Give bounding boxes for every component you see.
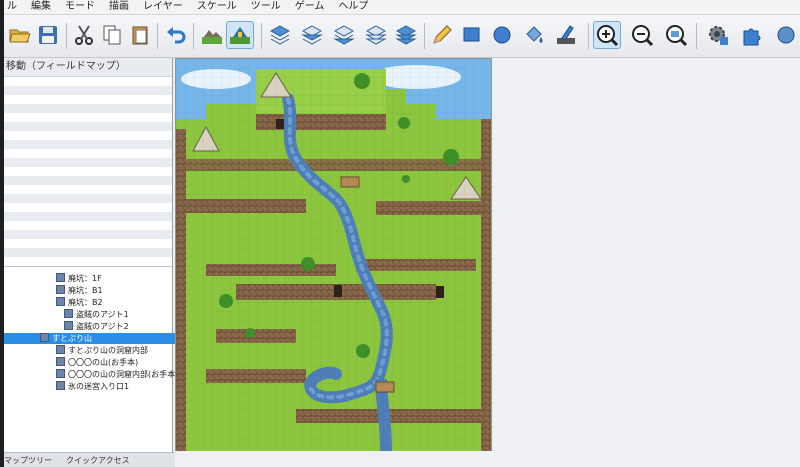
tree-item[interactable]: 廃坑：B1: [0, 285, 103, 296]
tree-item[interactable]: 〇〇〇の山の洞窟内部(お手本: [0, 369, 175, 380]
copy-icon[interactable]: [98, 21, 126, 49]
tree-item-label: 廃坑：B1: [68, 286, 103, 295]
zoom-100-icon[interactable]: [662, 21, 690, 49]
zoom-out-icon[interactable]: [628, 21, 656, 49]
tree-item-label: 〇〇〇の山の洞窟内部(お手本: [68, 370, 176, 379]
undo-icon[interactable]: [162, 21, 190, 49]
menu-item[interactable]: モード: [58, 0, 102, 14]
tab-map-tree[interactable]: マップツリー: [4, 455, 52, 466]
shadow-pen-icon[interactable]: [552, 21, 580, 49]
layer3-icon[interactable]: [330, 21, 358, 49]
map-icon: [56, 357, 65, 366]
menu-bar: ル編集 モード 描画 レイヤー スケール ツール ゲーム ヘルプ: [0, 0, 800, 15]
database-icon[interactable]: [704, 21, 732, 49]
ellipse-icon[interactable]: [488, 21, 516, 49]
save-icon[interactable]: [34, 21, 62, 49]
tree-item[interactable]: 盗賊のアジト2: [0, 321, 129, 332]
editor-window: ル編集 モード 描画 レイヤー スケール ツール ゲーム ヘルプ 移動（フィール…: [0, 0, 800, 467]
layer2-icon[interactable]: [298, 21, 326, 49]
tree-item-label: 廃坑：B2: [68, 298, 103, 307]
menu-item[interactable]: ヘルプ: [331, 0, 375, 14]
map-icon: [56, 345, 65, 354]
rectangle-icon[interactable]: [458, 21, 486, 49]
layer4-icon[interactable]: [362, 21, 390, 49]
map-canvas[interactable]: [175, 58, 492, 452]
map-view[interactable]: [176, 59, 491, 451]
tree-item[interactable]: 廃坑：B2: [0, 297, 103, 308]
map-icon: [40, 333, 49, 342]
map-icon: [64, 321, 73, 330]
tree-item-label: 盗賊のアジト2: [76, 322, 129, 331]
toolbar: [0, 15, 800, 58]
tab-quick-access[interactable]: クイックアクセス: [66, 455, 130, 466]
pencil-icon[interactable]: [428, 21, 456, 49]
layer-all-icon[interactable]: [392, 21, 420, 49]
menu-item[interactable]: 描画: [102, 0, 136, 14]
map-icon: [56, 285, 65, 294]
tree-item[interactable]: 氷の迷宮入り口1: [0, 381, 129, 392]
menu-item[interactable]: 編集: [24, 0, 58, 14]
tree-item[interactable]: 盗賊のアジト1: [0, 309, 129, 320]
tree-item[interactable]: 〇〇〇の山(お手本): [0, 357, 138, 368]
settings-icon[interactable]: [772, 21, 800, 49]
menu-item[interactable]: ゲーム: [288, 0, 332, 14]
map-icon: [64, 309, 73, 318]
menu-item[interactable]: スケール: [190, 0, 244, 14]
tree-item-label: 氷の迷宮入り口1: [68, 382, 130, 391]
map-icon: [56, 273, 65, 282]
monitor-bezel: [0, 0, 4, 467]
map-tree: 廃坑：1F 廃坑：B1 廃坑：B2 盗賊のアジト1 盗賊のアジト2 すとぷり山すとぷり山の…: [0, 266, 240, 453]
map-icon: [56, 381, 65, 390]
tree-item-label: 盗賊のアジト1: [76, 310, 129, 319]
menu-item[interactable]: ツール: [244, 0, 288, 14]
tree-item-label: 〇〇〇の山(お手本): [68, 358, 139, 367]
cut-icon[interactable]: [70, 21, 98, 49]
map-icon: [56, 297, 65, 306]
map-icon: [56, 369, 65, 378]
tree-item-label: すとぷり山の洞窟内部: [68, 346, 148, 355]
fill-icon[interactable]: [520, 21, 548, 49]
zoom-in-icon[interactable]: [593, 21, 621, 49]
map-header-label: 移動（フィールドマップ）: [0, 58, 172, 77]
tree-item[interactable]: すとぷり山の洞窟内部: [0, 345, 148, 356]
panel-tabs: マップツリー クイックアクセス: [0, 452, 200, 467]
tree-item[interactable]: 廃坑：1F: [0, 273, 102, 284]
plugin-icon[interactable]: [738, 21, 766, 49]
editor-background: [492, 58, 800, 467]
map-horizontal-scroll-area[interactable]: [175, 451, 492, 467]
tree-item-label: 廃坑：1F: [68, 274, 102, 283]
layer1-icon[interactable]: [266, 21, 294, 49]
paste-icon[interactable]: [126, 21, 154, 49]
open-folder-icon[interactable]: [6, 21, 34, 49]
event-mode-icon[interactable]: [226, 21, 254, 49]
tree-item-label: すとぷり山: [52, 334, 92, 343]
menu-item[interactable]: レイヤー: [136, 0, 190, 14]
map-mode-icon[interactable]: [198, 21, 226, 49]
